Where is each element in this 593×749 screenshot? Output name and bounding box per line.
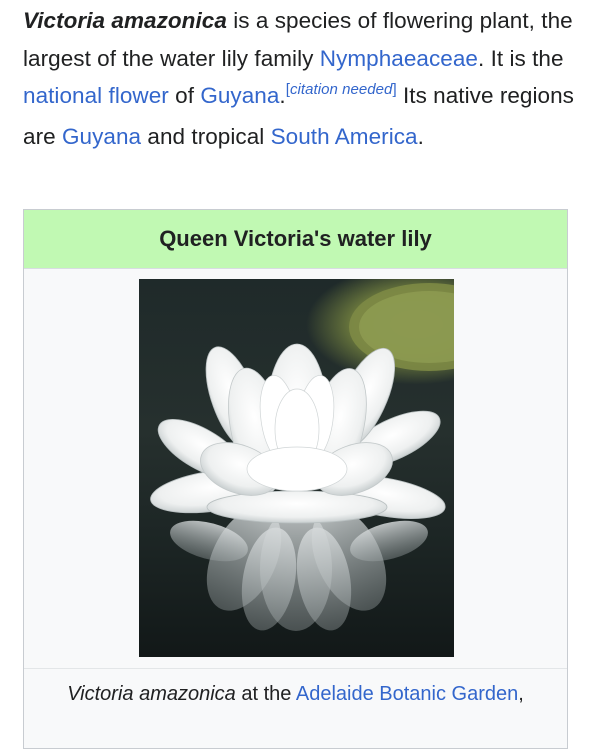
- intro-text-7: .: [417, 123, 424, 149]
- intro-text-6: and tropical: [141, 123, 271, 149]
- intro-text-4: .: [279, 83, 286, 108]
- article-intro-paragraph: Victoria amazonica is a species of flowe…: [23, 2, 583, 155]
- intro-text-3: of: [168, 83, 201, 108]
- link-adelaide-botanic-garden[interactable]: Adelaide Botanic Garden: [296, 683, 518, 705]
- infobox: Queen Victoria's water lily Victoria ama…: [23, 209, 568, 749]
- link-south-america[interactable]: South America: [271, 124, 418, 149]
- water-lily-image: [150, 283, 454, 631]
- link-national-flower[interactable]: national flower: [23, 83, 169, 108]
- caption-text: at the: [235, 683, 296, 705]
- species-name-bold: Victoria amazonica: [23, 8, 227, 33]
- caption-species: Victoria amazonica: [67, 683, 236, 705]
- intro-text-2: . It is the: [477, 45, 564, 71]
- caption-trailing: ,: [518, 683, 524, 705]
- citation-needed-link[interactable]: citation needed: [290, 81, 393, 98]
- water-lily-photo[interactable]: [139, 279, 454, 657]
- caption-divider: [24, 668, 567, 669]
- infobox-caption: Victoria amazonica at the Adelaide Botan…: [24, 680, 567, 708]
- link-guyana-2[interactable]: Guyana: [62, 124, 141, 149]
- citation-needed[interactable]: [citation needed]: [286, 81, 397, 98]
- link-guyana[interactable]: Guyana: [200, 83, 279, 108]
- infobox-title: Queen Victoria's water lily: [24, 210, 567, 269]
- link-nymphaeaceae[interactable]: Nymphaeaceae: [320, 46, 478, 71]
